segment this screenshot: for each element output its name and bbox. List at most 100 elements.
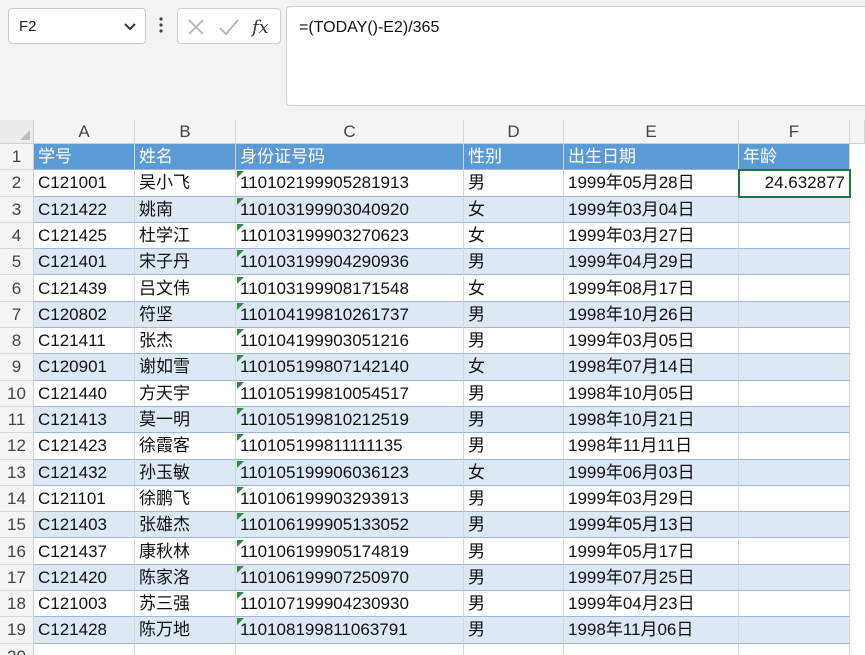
cell-c17[interactable]: 110106199907250970 [236, 564, 464, 592]
cell-e14[interactable]: 1999年03月29日 [564, 485, 739, 513]
row-header-2[interactable]: 2 [0, 170, 34, 197]
cell-d16[interactable]: 男 [464, 538, 564, 565]
cell-empty[interactable] [564, 643, 739, 655]
cell-b10[interactable]: 方天宇 [135, 380, 236, 407]
cell-a16[interactable]: C121437 [34, 538, 135, 565]
cell-f8[interactable] [739, 328, 850, 355]
cell-c7[interactable]: 110104199810261737 [236, 301, 464, 329]
cell-d18[interactable]: 男 [464, 591, 564, 618]
cell-b18[interactable]: 苏三强 [135, 591, 236, 618]
row-header-4[interactable]: 4 [0, 222, 34, 250]
cell-a6[interactable]: C121439 [34, 275, 135, 302]
cell-b7[interactable]: 符坚 [135, 301, 236, 329]
cell-b19[interactable]: 陈万地 [135, 617, 236, 644]
cell-f2[interactable]: 24.632877 [739, 170, 850, 197]
cell-f15[interactable] [739, 512, 850, 539]
cell-b16[interactable]: 康秋林 [135, 538, 236, 565]
cell-b9[interactable]: 谢如雪 [135, 354, 236, 381]
cell-c11[interactable]: 110105199810212519 [236, 407, 464, 434]
error-indicator-icon[interactable] [237, 565, 244, 573]
error-indicator-icon[interactable] [237, 250, 244, 258]
row-header-12[interactable]: 12 [0, 433, 34, 460]
cell-c13[interactable]: 110105199906036123 [236, 459, 464, 486]
cell-a8[interactable]: C121411 [34, 328, 135, 355]
cell-f6[interactable] [739, 275, 850, 302]
cell-a4[interactable]: C121425 [34, 222, 135, 250]
column-header-e[interactable]: E [564, 120, 739, 144]
cell-c5[interactable]: 110103199904290936 [236, 249, 464, 276]
cell-f12[interactable] [739, 433, 850, 460]
error-indicator-icon[interactable] [237, 302, 244, 310]
cell-c2[interactable]: 110102199905281913 [236, 170, 464, 197]
column-header-c[interactable]: C [236, 120, 464, 144]
cell-e8[interactable]: 1999年03月05日 [564, 328, 739, 355]
cell-d19[interactable]: 男 [464, 617, 564, 644]
cell-f19[interactable] [739, 617, 850, 644]
header-cell-a1[interactable]: 学号 [34, 144, 135, 171]
cell-c10[interactable]: 110105199810054517 [236, 380, 464, 407]
row-header-18[interactable]: 18 [0, 591, 34, 618]
error-indicator-icon[interactable] [237, 171, 244, 179]
cell-f18[interactable] [739, 591, 850, 618]
cell-b17[interactable]: 陈家洛 [135, 564, 236, 592]
header-cell-d1[interactable]: 性别 [464, 144, 564, 171]
column-header-b[interactable]: B [135, 120, 236, 144]
cell-empty[interactable] [739, 643, 850, 655]
header-cell-b1[interactable]: 姓名 [135, 144, 236, 171]
cell-d13[interactable]: 女 [464, 459, 564, 486]
error-indicator-icon[interactable] [237, 329, 244, 337]
cell-e6[interactable]: 1999年08月17日 [564, 275, 739, 302]
select-all-corner[interactable] [0, 120, 34, 144]
cell-c14[interactable]: 110106199903293913 [236, 485, 464, 513]
error-indicator-icon[interactable] [237, 434, 244, 442]
cell-a18[interactable]: C121003 [34, 591, 135, 618]
cell-b4[interactable]: 杜学江 [135, 222, 236, 250]
cell-d10[interactable]: 男 [464, 380, 564, 407]
cell-c8[interactable]: 110104199903051216 [236, 328, 464, 355]
header-cell-e1[interactable]: 出生日期 [564, 144, 739, 171]
cell-a2[interactable]: C121001 [34, 170, 135, 197]
cell-f3[interactable] [739, 196, 850, 223]
cell-a7[interactable]: C120802 [34, 301, 135, 329]
row-header-5[interactable]: 5 [0, 249, 34, 276]
cell-f10[interactable] [739, 380, 850, 407]
cell-a12[interactable]: C121423 [34, 433, 135, 460]
cell-empty[interactable] [464, 643, 564, 655]
cell-f16[interactable] [739, 538, 850, 565]
cell-c6[interactable]: 110103199908171548 [236, 275, 464, 302]
cell-b6[interactable]: 吕文伟 [135, 275, 236, 302]
cell-c18[interactable]: 110107199904230930 [236, 591, 464, 618]
cell-a3[interactable]: C121422 [34, 196, 135, 223]
cell-b8[interactable]: 张杰 [135, 328, 236, 355]
cell-d17[interactable]: 男 [464, 564, 564, 592]
cell-f11[interactable] [739, 407, 850, 434]
column-header-d[interactable]: D [464, 120, 564, 144]
row-header-3[interactable]: 3 [0, 196, 34, 223]
cell-empty[interactable] [34, 643, 135, 655]
error-indicator-icon[interactable] [237, 460, 244, 468]
cell-f9[interactable] [739, 354, 850, 381]
cell-a19[interactable]: C121428 [34, 617, 135, 644]
cell-e9[interactable]: 1998年07月14日 [564, 354, 739, 381]
formula-bar[interactable]: =(TODAY()-E2)/365 [286, 6, 865, 106]
cell-a5[interactable]: C121401 [34, 249, 135, 276]
cell-f17[interactable] [739, 564, 850, 592]
cell-a17[interactable]: C121420 [34, 564, 135, 592]
cell-c19[interactable]: 110108199811063791 [236, 617, 464, 644]
cell-d5[interactable]: 男 [464, 249, 564, 276]
cell-e3[interactable]: 1999年03月04日 [564, 196, 739, 223]
row-header-13[interactable]: 13 [0, 459, 34, 486]
cell-e4[interactable]: 1999年03月27日 [564, 222, 739, 250]
name-box[interactable]: F2 [8, 8, 146, 44]
cell-e12[interactable]: 1998年11月11日 [564, 433, 739, 460]
row-header-9[interactable]: 9 [0, 354, 34, 381]
cancel-x-icon[interactable] [186, 17, 206, 37]
row-header-17[interactable]: 17 [0, 564, 34, 592]
cell-a10[interactable]: C121440 [34, 380, 135, 407]
cell-e5[interactable]: 1999年04月29日 [564, 249, 739, 276]
cell-a14[interactable]: C121101 [34, 485, 135, 513]
error-indicator-icon[interactable] [237, 355, 244, 363]
error-indicator-icon[interactable] [237, 592, 244, 600]
error-indicator-icon[interactable] [237, 276, 244, 284]
row-header-19[interactable]: 19 [0, 617, 34, 644]
